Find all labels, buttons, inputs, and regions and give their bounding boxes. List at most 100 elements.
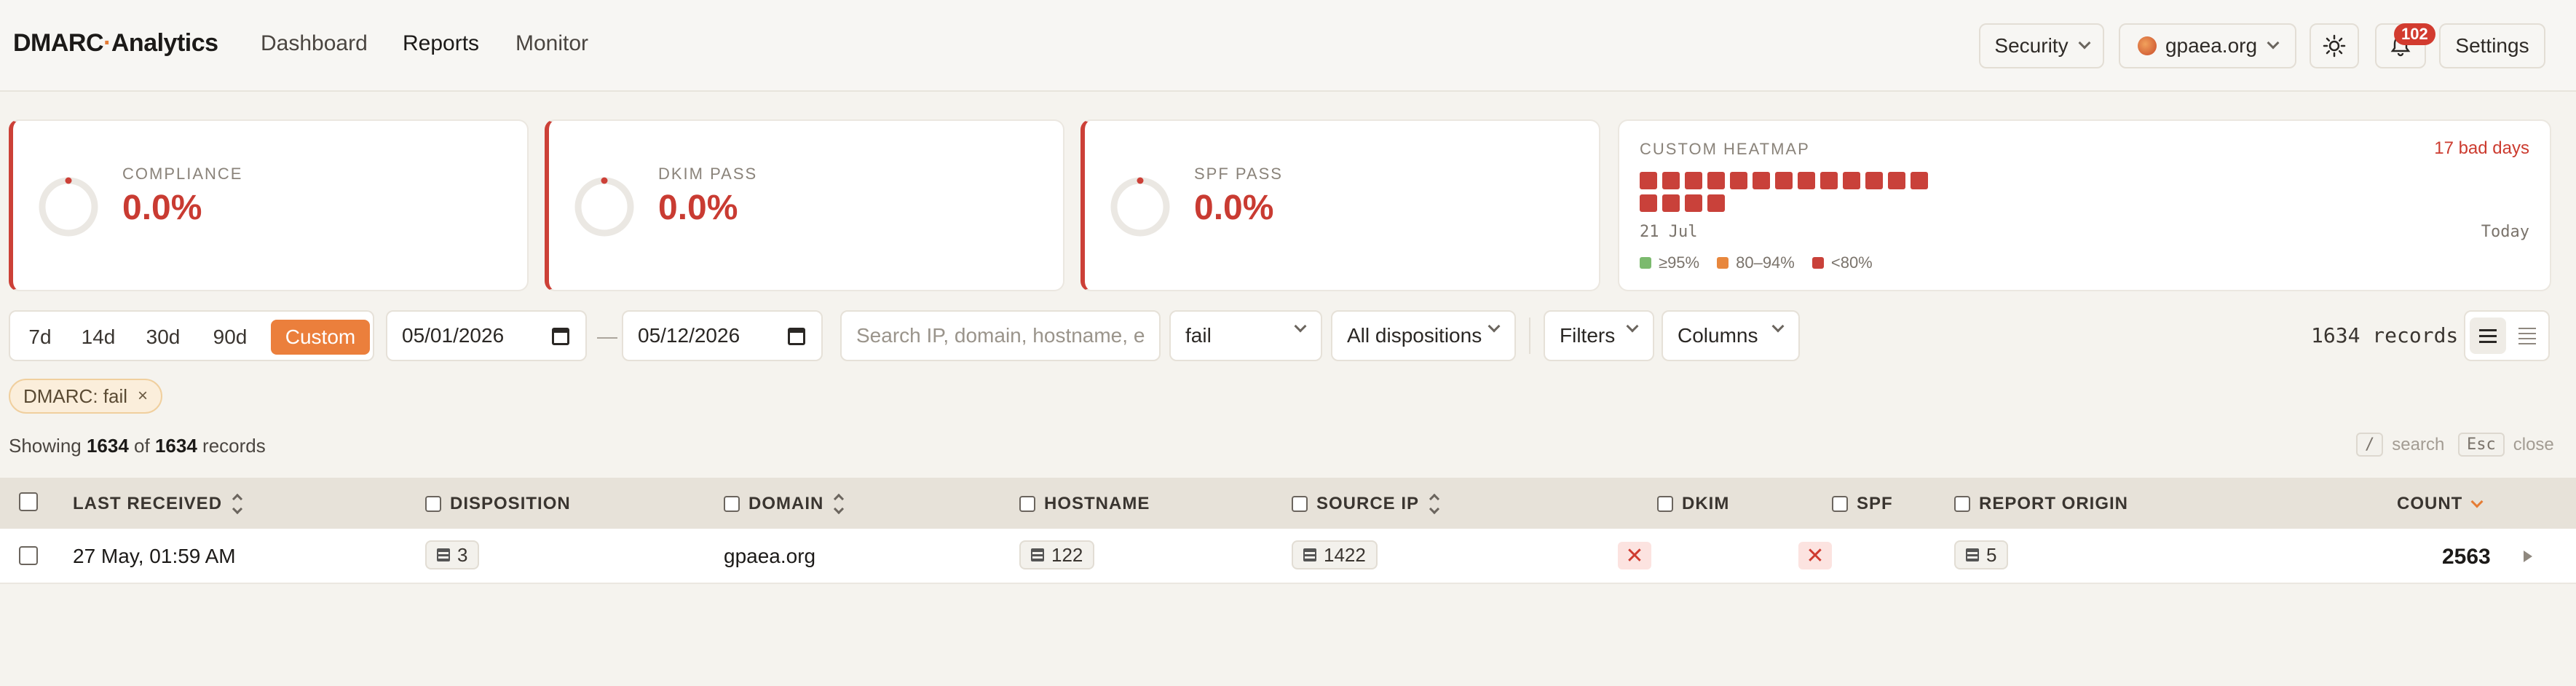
source-ip-pill[interactable]: 1422 <box>1292 540 1378 569</box>
col-hostname[interactable]: HOSTNAME <box>1019 494 1150 514</box>
hostname-pill[interactable]: 122 <box>1019 540 1095 569</box>
sort-icon[interactable] <box>834 493 845 515</box>
col-source-ip[interactable]: SOURCE IP <box>1292 493 1440 515</box>
heatmap-day-cell[interactable] <box>1911 172 1928 189</box>
cell-domain[interactable]: gpaea.org <box>724 545 815 568</box>
date-from-input[interactable]: 05/01/2026 <box>386 310 587 361</box>
shortcut-label: search <box>2392 434 2445 454</box>
heatmap-day-cell[interactable] <box>1640 172 1657 189</box>
compliance-card: COMPLIANCE 0.0% <box>9 119 529 291</box>
filters-button[interactable]: Filters <box>1544 310 1654 361</box>
org-select[interactable]: gpaea.org <box>2119 23 2296 68</box>
col-disposition[interactable]: DISPOSITION <box>425 494 571 514</box>
cell-disposition[interactable]: 3 <box>425 540 480 569</box>
chevron-down-icon <box>1771 320 1785 333</box>
disposition-select-value: All dispositions <box>1347 324 1482 347</box>
column-checkbox[interactable] <box>1832 496 1848 512</box>
compliance-label: COMPLIANCE <box>122 165 243 183</box>
nav-dashboard[interactable]: Dashboard <box>261 31 368 56</box>
chip-label: DMARC: fail <box>23 385 128 407</box>
select-all-checkbox[interactable] <box>19 492 47 511</box>
heatmap-day-cell[interactable] <box>1685 194 1702 212</box>
search-input[interactable]: Search IP, domain, hostname, e <box>840 310 1161 361</box>
heatmap-day-cell[interactable] <box>1685 172 1702 189</box>
brand-separator: · <box>103 29 111 57</box>
stack-icon <box>437 548 450 561</box>
heatmap-day-cell[interactable] <box>1820 172 1838 189</box>
column-checkbox[interactable] <box>425 496 441 512</box>
column-checkbox[interactable] <box>1292 496 1308 512</box>
sort-icon[interactable] <box>232 493 243 515</box>
columns-button[interactable]: Columns <box>1662 310 1800 361</box>
kbd-key: / <box>2356 433 2384 457</box>
sort-desc-icon[interactable] <box>2470 495 2484 508</box>
disposition-select[interactable]: All dispositions <box>1331 310 1516 361</box>
brand-name-left: DMARC <box>13 29 104 57</box>
range-90d-button[interactable]: 90d <box>204 320 256 355</box>
range-custom-button[interactable]: Custom <box>271 320 370 355</box>
dkim-pass-value: 0.0% <box>658 189 738 227</box>
pill-value: 122 <box>1051 543 1083 566</box>
heatmap-day-cell[interactable] <box>1707 194 1725 212</box>
close-icon[interactable]: × <box>138 386 148 406</box>
heatmap-day-cell[interactable] <box>1662 172 1680 189</box>
compliance-ring-gauge <box>39 177 98 237</box>
col-report-origin[interactable]: REPORT ORIGIN <box>1954 494 2128 514</box>
dkim-ring-gauge <box>574 177 634 237</box>
heatmap-day-cell[interactable] <box>1662 194 1680 212</box>
range-14d-button[interactable]: 14d <box>74 320 122 355</box>
range-7d-button[interactable]: 7d <box>20 320 60 355</box>
list-line <box>2518 327 2536 329</box>
legend-item-good: ≥95% <box>1640 253 1699 272</box>
column-checkbox[interactable] <box>1954 496 1970 512</box>
list-view-button[interactable] <box>2470 318 2506 354</box>
legend-swatch <box>1717 257 1729 269</box>
heatmap-day-cell[interactable] <box>1775 172 1793 189</box>
table-row[interactable]: 27 May, 01:59 AM 3 gpaea.org 122 1422 ✕ … <box>0 529 2576 584</box>
app-logo[interactable]: DMARC·Analytics <box>13 29 218 58</box>
settings-button[interactable]: Settings <box>2439 23 2545 68</box>
theme-toggle-button[interactable] <box>2310 23 2359 68</box>
date-to-input[interactable]: 05/12/2026 <box>622 310 823 361</box>
heatmap-day-cell[interactable] <box>1865 172 1883 189</box>
report-origin-pill[interactable]: 5 <box>1954 540 2009 569</box>
heatmap-day-cell[interactable] <box>1730 172 1747 189</box>
legend-label: ≥95% <box>1659 253 1700 272</box>
row-checkbox[interactable] <box>19 546 47 565</box>
calendar-icon[interactable] <box>552 328 569 345</box>
filters-button-label: Filters <box>1560 324 1616 347</box>
nav-monitor[interactable]: Monitor <box>515 31 588 56</box>
cell-report-origin[interactable]: 5 <box>1954 540 2009 569</box>
col-domain[interactable]: DOMAIN <box>724 493 845 515</box>
view-select[interactable]: Security <box>1979 23 2104 68</box>
heatmap-day-cell[interactable] <box>1707 172 1725 189</box>
range-30d-button[interactable]: 30d <box>137 320 189 355</box>
col-count[interactable]: COUNT <box>2397 494 2484 514</box>
heatmap-title: CUSTOM HEATMAP <box>1640 140 1810 158</box>
notifications-button[interactable]: 102 <box>2375 23 2435 68</box>
heatmap-day-cell[interactable] <box>1798 172 1815 189</box>
row-expand-icon[interactable] <box>2524 551 2532 562</box>
heatmap-day-cell[interactable] <box>1888 172 1905 189</box>
compact-view-button[interactable] <box>2509 318 2545 354</box>
heatmap-day-cell[interactable] <box>1640 194 1657 212</box>
sort-icon[interactable] <box>1429 493 1440 515</box>
calendar-icon[interactable] <box>788 328 805 345</box>
column-checkbox[interactable] <box>1019 496 1035 512</box>
column-checkbox[interactable] <box>1657 496 1673 512</box>
cell-hostname[interactable]: 122 <box>1019 540 1095 569</box>
col-label: DKIM <box>1682 494 1730 513</box>
cell-source-ip[interactable]: 1422 <box>1292 540 1378 569</box>
heatmap-day-cell[interactable] <box>1843 172 1860 189</box>
col-spf[interactable]: SPF <box>1832 494 1893 514</box>
active-filter-chip[interactable]: DMARC: fail × <box>9 379 163 414</box>
dkim-pass-card: DKIM PASS 0.0% <box>545 119 1064 291</box>
disposition-pill[interactable]: 3 <box>425 540 480 569</box>
result-select[interactable]: fail <box>1169 310 1322 361</box>
nav-reports[interactable]: Reports <box>403 31 479 56</box>
column-checkbox[interactable] <box>724 496 740 512</box>
col-last-received[interactable]: LAST RECEIVED <box>73 493 243 515</box>
heatmap-day-cell[interactable] <box>1753 172 1770 189</box>
col-dkim[interactable]: DKIM <box>1657 494 1729 514</box>
custom-heatmap-card: CUSTOM HEATMAP 17 bad days 21 Jul Today … <box>1618 119 2551 291</box>
